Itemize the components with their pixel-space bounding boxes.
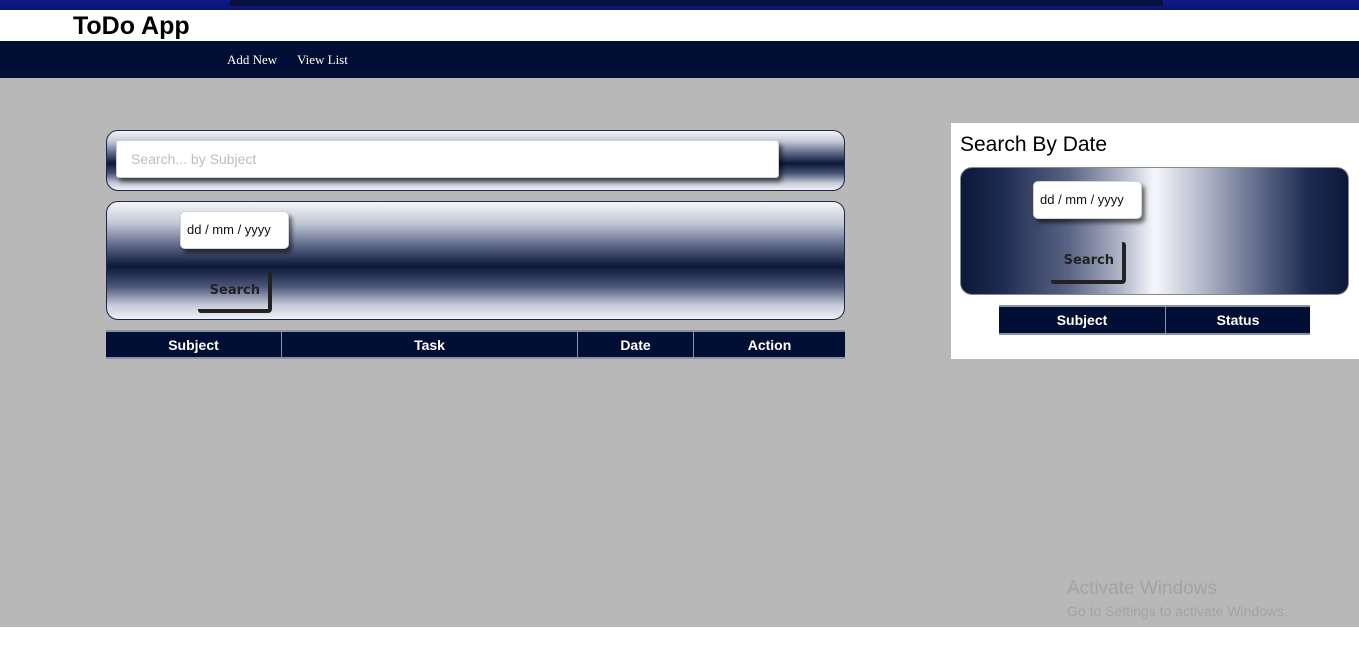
browser-top-strip (0, 0, 1359, 10)
date-filter-input[interactable]: dd / mm / yyyy (180, 211, 289, 249)
status-table-header: Subject Status (999, 305, 1310, 335)
activate-windows-watermark-title: Activate Windows (1067, 578, 1217, 599)
subject-search-input[interactable] (116, 140, 779, 178)
search-by-date-panel (960, 167, 1349, 295)
date-search-button[interactable]: Search (198, 272, 272, 313)
nav-add-new-link[interactable]: Add New (227, 52, 277, 68)
status-column-header-status: Status (1216, 312, 1260, 328)
app-title: ToDo App (73, 12, 190, 40)
side-search-button[interactable]: Search (1051, 242, 1126, 284)
activate-windows-watermark-subtitle: Go to Settings to activate Windows. (1067, 603, 1288, 619)
column-header-action: Action (747, 336, 792, 353)
page-footer-strip (0, 627, 1359, 646)
column-header-date: Date (578, 332, 694, 357)
column-header-task: Task (282, 332, 578, 357)
todo-table-header: Subject Task Date Action (106, 330, 845, 359)
navbar: Add New View List (0, 41, 1359, 78)
search-by-date-title: Search By Date (960, 133, 1108, 156)
browser-top-strip-inner (230, 0, 1163, 6)
status-column-header-subject: Subject (999, 307, 1166, 333)
nav-view-list-link[interactable]: View List (297, 52, 348, 68)
column-header-subject: Subject (106, 332, 282, 357)
side-date-input[interactable]: dd / mm / yyyy (1033, 181, 1142, 219)
